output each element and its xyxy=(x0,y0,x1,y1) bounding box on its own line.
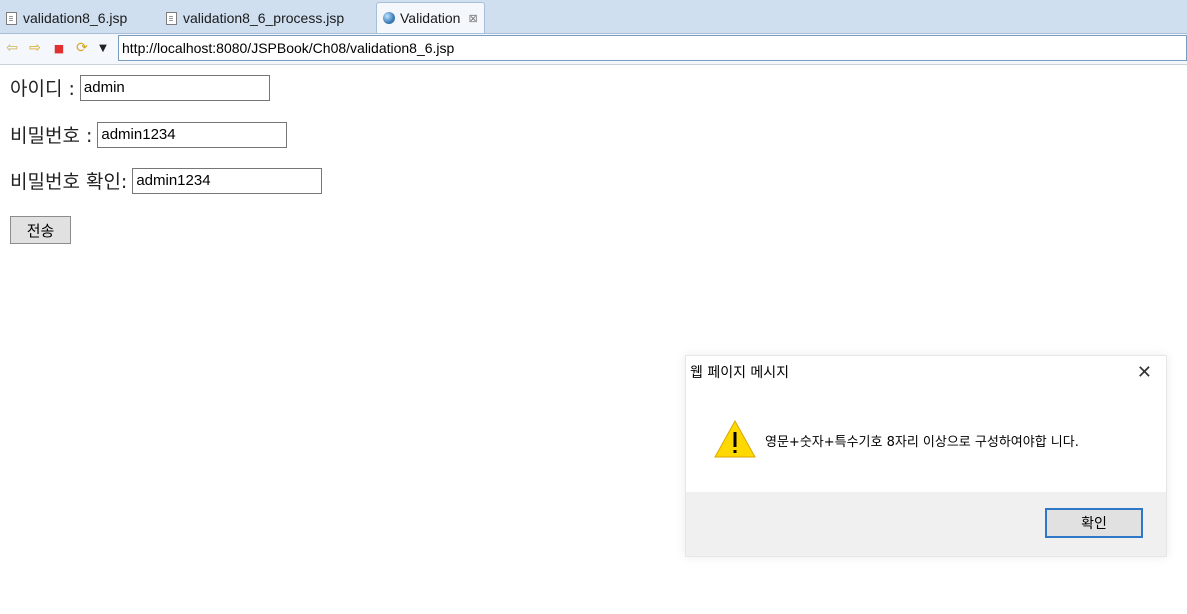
ok-button[interactable]: 확인 xyxy=(1045,508,1143,538)
dialog-message: 영문+숫자+특수기호 8자리 이상으로 구성하여야합 니다. xyxy=(765,435,1079,450)
forward-icon[interactable]: ⇨ xyxy=(27,39,43,57)
id-row: 아이디 : admin xyxy=(10,74,270,101)
password-confirm-label: 비밀번호 확인: xyxy=(10,171,128,193)
password-confirm-input[interactable]: admin1234 xyxy=(132,167,323,194)
file-icon xyxy=(166,11,177,25)
dialog-title: 웹 페이지 메시지 xyxy=(690,365,790,381)
tab-validation[interactable]: Validation ⊠ xyxy=(376,2,485,33)
tab-validation8-6-jsp[interactable]: validation8_6.jsp xyxy=(6,4,127,32)
dialog-footer: 확인 xyxy=(686,492,1166,556)
editor-tab-bar: validation8_6.jsp validation8_6_process.… xyxy=(0,0,1187,34)
id-label: 아이디 : xyxy=(10,78,75,100)
submit-button[interactable]: 전송 xyxy=(10,216,71,244)
url-input[interactable]: http://localhost:8080/JSPBook/Ch08/valid… xyxy=(118,35,1187,61)
tab-label: validation8_6_process.jsp xyxy=(183,10,345,26)
globe-icon xyxy=(383,12,395,24)
id-input[interactable]: admin xyxy=(79,74,270,101)
refresh-icon[interactable]: ⟳ xyxy=(74,39,90,57)
close-tab-icon[interactable]: ⊠ xyxy=(468,12,477,25)
close-icon[interactable]: ✕ xyxy=(1137,362,1152,383)
tab-label: validation8_6.jsp xyxy=(23,10,128,26)
file-icon xyxy=(6,11,17,25)
password-label: 비밀번호 : xyxy=(10,125,93,147)
password-input[interactable]: admin1234 xyxy=(97,121,288,148)
password-row: 비밀번호 : admin1234 xyxy=(10,121,288,148)
stop-icon[interactable]: ■ xyxy=(51,39,67,57)
browser-toolbar: ⇦ ⇨ ■ ⟳ ▼ http://localhost:8080/JSPBook/… xyxy=(0,34,1187,65)
password-confirm-row: 비밀번호 확인: admin1234 xyxy=(10,167,323,194)
warning-icon xyxy=(714,419,756,458)
tab-label: Validation xyxy=(400,10,461,26)
chevron-down-icon[interactable]: ▼ xyxy=(95,39,111,57)
back-icon[interactable]: ⇦ xyxy=(4,39,20,57)
alert-dialog: 웹 페이지 메시지 ✕ 영문+숫자+특수기호 8자리 이상으로 구성하여야합 니… xyxy=(685,355,1167,557)
tab-validation8-6-process-jsp[interactable]: validation8_6_process.jsp xyxy=(166,4,344,32)
